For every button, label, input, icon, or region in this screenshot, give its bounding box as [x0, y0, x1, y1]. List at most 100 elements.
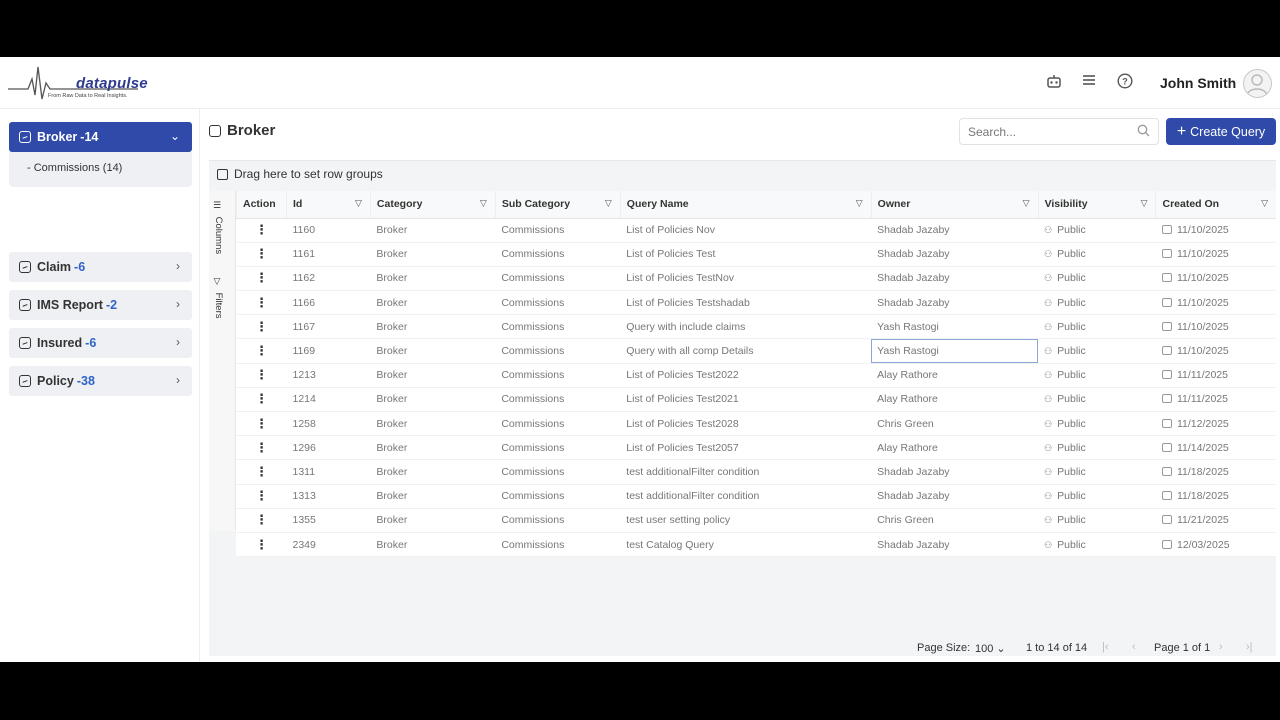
- tab-filters[interactable]: ▽ Filters: [213, 277, 224, 319]
- sidebar-item-ims-report[interactable]: IMS Report -2 ›: [9, 290, 192, 320]
- table-row[interactable]: ⋮ 1214 Broker Commissions List of Policies T…: [236, 387, 1276, 413]
- cell-created-on[interactable]: 11/11/2025: [1155, 363, 1276, 388]
- cell-id[interactable]: 1311: [286, 459, 371, 485]
- cell-created-on[interactable]: 11/10/2025: [1155, 218, 1276, 243]
- column-header-id[interactable]: Id ▽: [285, 191, 371, 219]
- row-action-menu-icon[interactable]: ⋮: [236, 363, 287, 388]
- cell-query-name[interactable]: Query with include claims: [620, 314, 872, 340]
- cell-created-on[interactable]: 11/21/2025: [1155, 508, 1276, 533]
- filter-icon[interactable]: ▽: [605, 198, 612, 209]
- cell-created-on[interactable]: 11/18/2025: [1155, 484, 1276, 509]
- cell-id[interactable]: 1213: [286, 363, 371, 388]
- prev-page-icon[interactable]: ‹: [1132, 641, 1136, 653]
- table-row[interactable]: ⋮ 1355 Broker Commissions test user setting …: [236, 508, 1276, 533]
- cell-visibility[interactable]: ⚇ Public: [1038, 532, 1156, 558]
- cell-sub-category[interactable]: Commissions: [495, 387, 621, 413]
- cell-visibility[interactable]: ⚇ Public: [1038, 338, 1156, 364]
- column-header-action[interactable]: Action: [236, 191, 287, 219]
- cell-query-name[interactable]: test Catalog Query: [620, 532, 872, 558]
- filter-icon[interactable]: ▽: [1141, 198, 1148, 209]
- table-row[interactable]: ⋮ 1311 Broker Commissions test additionalFil…: [236, 459, 1276, 485]
- cell-sub-category[interactable]: Commissions: [495, 242, 621, 267]
- cell-visibility[interactable]: ⚇ Public: [1038, 459, 1156, 485]
- sidebar-item-policy[interactable]: Policy -38 ›: [9, 366, 192, 396]
- cell-id[interactable]: 1167: [286, 314, 371, 340]
- robot-icon[interactable]: [1044, 73, 1064, 93]
- row-action-menu-icon[interactable]: ⋮: [236, 532, 287, 558]
- cell-visibility[interactable]: ⚇ Public: [1038, 411, 1156, 437]
- cell-created-on[interactable]: 11/10/2025: [1155, 290, 1276, 316]
- cell-created-on[interactable]: 11/11/2025: [1155, 387, 1276, 413]
- cell-owner[interactable]: Shadab Jazaby: [871, 484, 1039, 509]
- filter-icon[interactable]: ▽: [355, 198, 362, 209]
- cell-query-name[interactable]: test additionalFilter condition: [620, 459, 872, 485]
- cell-visibility[interactable]: ⚇ Public: [1038, 218, 1156, 243]
- row-action-menu-icon[interactable]: ⋮: [236, 242, 287, 267]
- cell-query-name[interactable]: List of Policies Test2028: [620, 411, 872, 437]
- cell-visibility[interactable]: ⚇ Public: [1038, 266, 1156, 292]
- filter-icon[interactable]: ▽: [1261, 198, 1268, 209]
- table-row[interactable]: ⋮ 1258 Broker Commissions List of Policies T…: [236, 411, 1276, 437]
- cell-category[interactable]: Broker: [370, 218, 496, 243]
- cell-visibility[interactable]: ⚇ Public: [1038, 363, 1156, 388]
- cell-query-name[interactable]: List of Policies Nov: [620, 218, 872, 243]
- search-input[interactable]: [960, 119, 1130, 144]
- row-group-dropzone[interactable]: Drag here to set row groups: [217, 167, 383, 181]
- cell-query-name[interactable]: List of Policies Test2057: [620, 435, 872, 461]
- sidebar-item-insured[interactable]: Insured -6 ›: [9, 328, 192, 358]
- table-row[interactable]: ⋮ 1160 Broker Commissions List of Policies N…: [236, 218, 1276, 243]
- filter-icon[interactable]: ▽: [856, 198, 863, 209]
- column-header-query-name[interactable]: Query Name ▽: [619, 191, 872, 219]
- cell-sub-category[interactable]: Commissions: [495, 411, 621, 437]
- cell-query-name[interactable]: List of Policies TestNov: [620, 266, 872, 292]
- cell-id[interactable]: 1296: [286, 435, 371, 461]
- cell-sub-category[interactable]: Commissions: [495, 484, 621, 509]
- sidebar-item-claim[interactable]: Claim -6 ›: [9, 252, 192, 282]
- cell-owner[interactable]: Shadab Jazaby: [871, 242, 1039, 267]
- first-page-icon[interactable]: |‹: [1102, 641, 1109, 653]
- cell-category[interactable]: Broker: [370, 508, 496, 533]
- cell-query-name[interactable]: List of Policies Testshadab: [620, 290, 872, 316]
- cell-created-on[interactable]: 11/10/2025: [1155, 266, 1276, 292]
- table-row[interactable]: ⋮ 1169 Broker Commissions Query with all com…: [236, 338, 1276, 364]
- cell-query-name[interactable]: Query with all comp Details: [620, 338, 872, 364]
- cell-category[interactable]: Broker: [370, 242, 496, 267]
- row-action-menu-icon[interactable]: ⋮: [236, 484, 287, 509]
- cell-owner[interactable]: Shadab Jazaby: [871, 290, 1039, 316]
- cell-owner[interactable]: Yash Rastogi: [871, 314, 1039, 340]
- cell-query-name[interactable]: List of Policies Test2021: [620, 387, 872, 413]
- cell-category[interactable]: Broker: [370, 435, 496, 461]
- cell-id[interactable]: 1355: [286, 508, 371, 533]
- cell-id[interactable]: 1169: [286, 338, 371, 364]
- row-action-menu-icon[interactable]: ⋮: [236, 435, 287, 461]
- cell-visibility[interactable]: ⚇ Public: [1038, 242, 1156, 267]
- sidebar-subitem-commissions[interactable]: - Commissions (14): [27, 162, 122, 174]
- cell-sub-category[interactable]: Commissions: [495, 508, 621, 533]
- cell-id[interactable]: 1160: [286, 218, 371, 243]
- cell-sub-category[interactable]: Commissions: [495, 338, 621, 364]
- table-row[interactable]: ⋮ 1167 Broker Commissions Query with include…: [236, 314, 1276, 340]
- row-action-menu-icon[interactable]: ⋮: [236, 411, 287, 437]
- page-size-select[interactable]: 100 ⌄: [975, 642, 1006, 655]
- cell-visibility[interactable]: ⚇ Public: [1038, 508, 1156, 533]
- filter-icon[interactable]: ▽: [480, 198, 487, 209]
- cell-category[interactable]: Broker: [370, 290, 496, 316]
- cell-category[interactable]: Broker: [370, 338, 496, 364]
- cell-owner[interactable]: Shadab Jazaby: [871, 459, 1039, 485]
- menu-icon[interactable]: [1079, 73, 1099, 93]
- cell-visibility[interactable]: ⚇ Public: [1038, 484, 1156, 509]
- table-row[interactable]: ⋮ 1313 Broker Commissions test additionalFil…: [236, 484, 1276, 509]
- cell-sub-category[interactable]: Commissions: [495, 218, 621, 243]
- cell-sub-category[interactable]: Commissions: [495, 363, 621, 388]
- cell-sub-category[interactable]: Commissions: [495, 290, 621, 316]
- cell-created-on[interactable]: 11/12/2025: [1155, 411, 1276, 437]
- cell-id[interactable]: 1162: [286, 266, 371, 292]
- cell-query-name[interactable]: List of Policies Test: [620, 242, 872, 267]
- cell-visibility[interactable]: ⚇ Public: [1038, 435, 1156, 461]
- user-name[interactable]: John Smith: [1160, 75, 1236, 91]
- cell-visibility[interactable]: ⚇ Public: [1038, 387, 1156, 413]
- cell-owner[interactable]: Shadab Jazaby: [871, 266, 1039, 292]
- cell-sub-category[interactable]: Commissions: [495, 459, 621, 485]
- row-action-menu-icon[interactable]: ⋮: [236, 314, 287, 340]
- row-action-menu-icon[interactable]: ⋮: [236, 459, 287, 485]
